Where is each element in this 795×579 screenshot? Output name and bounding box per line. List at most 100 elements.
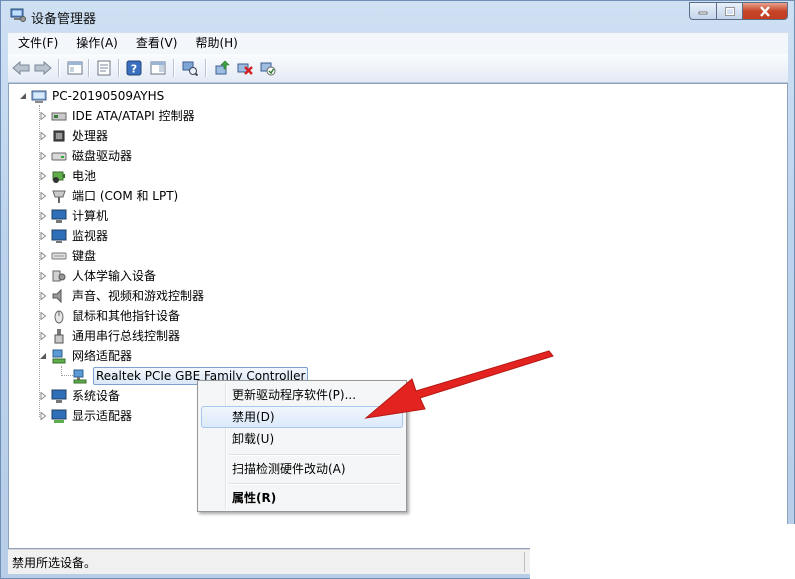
tree-category[interactable]: IDE ATA/ATAPI 控制器 [38, 107, 195, 125]
window-controls [689, 2, 788, 21]
tree-root[interactable]: PC-20190509AYHS [18, 87, 164, 105]
svg-text:?: ? [131, 63, 137, 76]
toolbar-separator [118, 59, 120, 77]
title-bar[interactable]: 设备管理器 [1, 1, 794, 31]
enable-device-icon [260, 62, 276, 76]
disk-drive-icon [51, 148, 67, 164]
battery-icon [51, 168, 67, 184]
tree-category[interactable]: 电池 [38, 167, 96, 185]
menu-action[interactable]: 操作(A) [66, 33, 126, 54]
ctx-scan[interactable]: 扫描检测硬件改动(A) [201, 458, 403, 480]
tree-category[interactable]: 键盘 [38, 247, 96, 265]
expand-arrow-icon[interactable] [38, 132, 47, 141]
ctx-properties[interactable]: 属性(R) [201, 487, 403, 509]
scan-hardware-button[interactable] [180, 58, 200, 78]
tree-category[interactable]: 显示适配器 [38, 407, 132, 425]
expand-arrow-icon[interactable] [38, 252, 47, 261]
tree-category[interactable]: 计算机 [38, 207, 108, 225]
expand-arrow-icon[interactable] [38, 172, 47, 181]
expand-arrow-icon[interactable] [38, 112, 47, 121]
expand-arrow-icon[interactable] [38, 232, 47, 241]
expand-arrow-icon[interactable] [38, 412, 47, 421]
tree-category[interactable]: 磁盘驱动器 [38, 147, 132, 165]
window-title: 设备管理器 [31, 12, 97, 27]
mouse-icon [51, 308, 67, 324]
tree-category-label: 端口 (COM 和 LPT) [72, 189, 179, 203]
menu-view[interactable]: 查看(V) [126, 33, 186, 54]
ctx-update-driver[interactable]: 更新驱动程序软件(P)... [201, 384, 403, 406]
show-hide-tree-icon [67, 61, 83, 75]
minimize-button[interactable] [689, 2, 716, 20]
back-button[interactable] [11, 58, 31, 78]
expand-arrow-icon[interactable] [38, 312, 47, 321]
network-adapter-icon [51, 348, 67, 364]
show-hide-tree-button[interactable] [65, 58, 85, 78]
toolbar-separator [88, 59, 90, 77]
toolbar-separator [205, 59, 207, 77]
computer-name: PC-20190509AYHS [52, 89, 165, 103]
tree-category[interactable]: 处理器 [38, 127, 108, 145]
ctx-disable[interactable]: 禁用(D) [201, 406, 403, 428]
menu-bar: 文件(F) 操作(A) 查看(V) 帮助(H) [8, 32, 788, 54]
tree-category-label: 通用串行总线控制器 [72, 329, 181, 343]
tree-category[interactable]: 人体学输入设备 [38, 267, 156, 285]
collapse-arrow-icon[interactable] [18, 92, 27, 101]
uninstall-button[interactable] [235, 58, 255, 78]
tree-category[interactable]: 通用串行总线控制器 [38, 327, 180, 345]
menu-help[interactable]: 帮助(H) [185, 33, 245, 54]
expand-arrow-icon[interactable] [38, 212, 47, 221]
ctx-uninstall[interactable]: 卸载(U) [201, 428, 403, 450]
expand-arrow-icon[interactable] [38, 332, 47, 341]
tree-category[interactable]: 声音、视频和游戏控制器 [38, 287, 204, 305]
collapse-arrow-icon[interactable] [38, 352, 47, 361]
watermark-area [530, 524, 795, 579]
device-manager-icon [10, 8, 26, 22]
tree-category-label: 系统设备 [72, 389, 121, 403]
status-text: 禁用所选设备。 [12, 556, 97, 570]
toolbar-separator [58, 59, 60, 77]
tree-category[interactable]: 系统设备 [38, 387, 120, 405]
minimize-icon [698, 11, 708, 15]
forward-arrow-icon [34, 61, 52, 75]
tree-category-label: 显示适配器 [72, 409, 133, 423]
back-arrow-icon [12, 61, 30, 75]
tree-category-label: 鼠标和其他指针设备 [72, 309, 181, 323]
expand-arrow-icon[interactable] [38, 292, 47, 301]
tree-category[interactable]: 监视器 [38, 227, 108, 245]
tree-category-label: 计算机 [72, 209, 109, 223]
help-button[interactable]: ? [124, 58, 144, 78]
toolbar-separator [173, 59, 175, 77]
properties-button[interactable] [94, 58, 114, 78]
keyboard-icon [51, 248, 67, 264]
enable-device-button[interactable] [258, 58, 278, 78]
uninstall-icon [237, 63, 253, 75]
tree-category-label: IDE ATA/ATAPI 控制器 [72, 109, 195, 123]
tree-category-label: 声音、视频和游戏控制器 [72, 289, 205, 303]
close-button[interactable] [742, 2, 788, 20]
expand-arrow-icon[interactable] [38, 192, 47, 201]
menu-file[interactable]: 文件(F) [8, 33, 66, 54]
update-driver-button[interactable] [212, 58, 232, 78]
hid-icon [51, 268, 67, 284]
tree-category[interactable]: 鼠标和其他指针设备 [38, 307, 180, 325]
tree-category[interactable]: 端口 (COM 和 LPT) [38, 187, 178, 205]
help-icon: ? [126, 60, 142, 76]
expand-arrow-icon[interactable] [38, 272, 47, 281]
tree-category-label: 电池 [72, 169, 97, 183]
scan-hardware-icon [182, 61, 198, 76]
monitor-icon [51, 228, 67, 244]
expand-arrow-icon[interactable] [38, 392, 47, 401]
ide-controller-icon [51, 108, 67, 124]
action-pane-button[interactable] [148, 58, 168, 78]
tree-category[interactable]: 网络适配器 [38, 347, 132, 365]
network-card-icon [72, 368, 88, 384]
action-pane-icon [150, 61, 166, 75]
display-adapter-icon [51, 408, 67, 424]
tree-category-label: 人体学输入设备 [72, 269, 157, 283]
close-icon [760, 5, 770, 17]
forward-button[interactable] [33, 58, 53, 78]
expand-arrow-icon[interactable] [38, 152, 47, 161]
maximize-button[interactable] [716, 2, 742, 20]
tree-category-label: 监视器 [72, 229, 109, 243]
tree-category-label: 键盘 [72, 249, 97, 263]
